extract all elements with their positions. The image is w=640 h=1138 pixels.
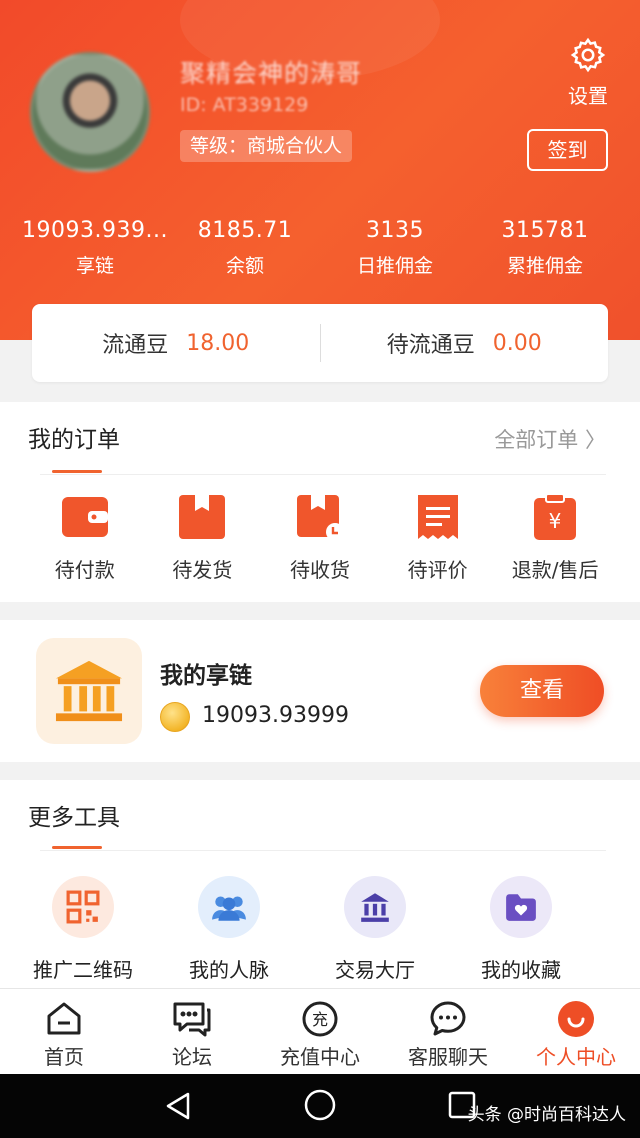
wallet-icon: [61, 497, 108, 537]
tool-label: 交易大厅: [335, 958, 415, 982]
recharge-glyph: 充: [312, 1010, 328, 1029]
tool-contacts[interactable]: 我的人脉: [156, 876, 302, 983]
pending-beans[interactable]: 待流通豆 0.00: [321, 327, 609, 359]
stat-value: 315781: [501, 218, 589, 243]
forum-icon: [173, 1002, 211, 1037]
tab-recharge[interactable]: 充 充值中心: [256, 989, 384, 1074]
title-underline: [52, 846, 102, 849]
stat-balance[interactable]: 8185.71 余额: [170, 218, 320, 278]
stat-label: 累推佣金: [506, 255, 583, 277]
circulating-beans-label: 流通豆: [102, 333, 169, 358]
settings-button[interactable]: 设置: [560, 36, 616, 109]
refund-icon: ¥: [534, 493, 577, 540]
divider: [40, 850, 606, 851]
user-id: ID: AT339129: [180, 94, 309, 116]
back-icon[interactable]: [162, 1090, 194, 1122]
box-icon: [179, 495, 226, 539]
home-nav-icon[interactable]: [303, 1088, 337, 1122]
receipt-icon: [417, 495, 458, 539]
order-refund[interactable]: ¥ 退款/售后: [496, 492, 614, 583]
section-title: 更多工具: [28, 805, 120, 831]
tab-label: 充值中心: [280, 1045, 360, 1069]
checkin-button[interactable]: 签到: [527, 129, 608, 171]
tools-section: 更多工具 推广二维码 我的人脉 交易大厅 我的收藏: [0, 780, 640, 988]
profile-icon: [558, 1001, 594, 1037]
profile-header: 聚精会神的涛哥 ID: AT339129 等级：商城合伙人 设置 签到 1909…: [0, 0, 640, 340]
tools-row: 推广二维码 我的人脉 交易大厅 我的收藏: [10, 876, 630, 983]
coin-icon: [160, 702, 190, 732]
order-pending-shipment[interactable]: 待发货: [144, 492, 262, 583]
tab-profile[interactable]: 个人中心: [512, 989, 640, 1074]
recharge-icon: 充: [302, 1001, 338, 1037]
title-underline: [52, 470, 102, 473]
tab-forum[interactable]: 论坛: [128, 989, 256, 1074]
bottom-tab-bar: 首页 论坛 充 充值中心 客服聊天 个人中心: [0, 988, 640, 1074]
orders-section: 我的订单 全部订单 〉 待付款 待发货 待收货 待评价 ¥ 退款/售后: [0, 402, 640, 602]
home-icon: [47, 1002, 81, 1035]
bank-icon: [344, 876, 406, 938]
all-orders-link[interactable]: 全部订单 〉: [494, 424, 606, 454]
beans-card: 流通豆 18.00 待流通豆 0.00: [32, 304, 608, 382]
tab-label: 客服聊天: [408, 1045, 488, 1069]
chain-value: 19093.93999: [202, 703, 349, 728]
avatar[interactable]: [30, 52, 150, 172]
level-badge: 等级：商城合伙人: [180, 130, 353, 162]
order-label: 待评价: [407, 558, 468, 582]
chat-icon: [430, 1001, 466, 1036]
watermark: 头条 @时尚百科达人: [467, 1105, 626, 1125]
tool-label: 推广二维码: [33, 958, 133, 982]
tool-label: 我的人脉: [189, 958, 269, 982]
stat-label: 享链: [75, 255, 114, 277]
pending-beans-value: 0.00: [492, 330, 542, 356]
stat-chain[interactable]: 19093.939... 享链: [20, 218, 170, 278]
settings-label: 设置: [568, 84, 608, 108]
tool-qrcode[interactable]: 推广二维码: [10, 876, 156, 983]
section-title: 我的订单: [28, 427, 120, 453]
tool-label: 我的收藏: [481, 958, 561, 982]
stat-daily-commission[interactable]: 3135 日推佣金: [320, 218, 470, 278]
tab-label: 首页: [44, 1045, 84, 1069]
tab-home[interactable]: 首页: [0, 989, 128, 1074]
folder-heart-icon: [490, 876, 552, 938]
order-label: 退款/售后: [511, 558, 599, 582]
stat-value: 8185.71: [197, 218, 293, 243]
stat-label: 余额: [225, 255, 264, 277]
order-label: 待发货: [172, 558, 233, 582]
nickname: 聚精会神的涛哥: [180, 59, 363, 88]
stats-row: 19093.939... 享链 8185.71 余额 3135 日推佣金 315…: [20, 218, 620, 278]
circulating-beans[interactable]: 流通豆 18.00: [32, 327, 320, 359]
tool-trading-hall[interactable]: 交易大厅: [302, 876, 448, 983]
pending-beans-label: 待流通豆: [386, 333, 475, 358]
people-icon: [198, 876, 260, 938]
order-pending-receipt[interactable]: 待收货: [261, 492, 379, 583]
tab-label: 论坛: [172, 1045, 212, 1069]
chain-title: 我的享链: [160, 663, 252, 689]
divider: [40, 474, 606, 475]
tab-customer-service[interactable]: 客服聊天: [384, 989, 512, 1074]
qrcode-icon: [52, 876, 114, 938]
svg-text:¥: ¥: [549, 509, 562, 533]
order-status-row: 待付款 待发货 待收货 待评价 ¥ 退款/售后: [26, 492, 614, 583]
tab-label: 个人中心: [536, 1045, 616, 1069]
box-receive-icon: [296, 495, 344, 541]
order-pending-review[interactable]: 待评价: [379, 492, 497, 583]
stat-total-commission[interactable]: 315781 累推佣金: [470, 218, 620, 278]
tool-favorites[interactable]: 我的收藏: [448, 876, 594, 983]
view-button[interactable]: 查看: [480, 665, 604, 717]
bank-building-icon: [36, 638, 142, 744]
order-label: 待付款: [54, 558, 115, 582]
circulating-beans-value: 18.00: [186, 330, 250, 356]
stat-label: 日推佣金: [356, 255, 433, 277]
order-pending-payment[interactable]: 待付款: [26, 492, 144, 583]
gear-icon: [570, 37, 606, 73]
stat-value: 3135: [366, 218, 424, 243]
stat-value: 19093.939...: [22, 218, 168, 243]
order-label: 待收货: [289, 558, 350, 582]
